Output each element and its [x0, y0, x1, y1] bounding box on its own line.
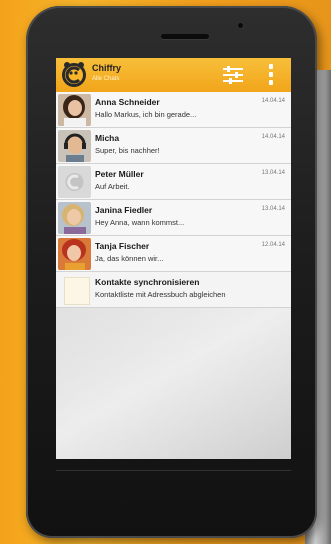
chat-preview: Hey Anna, wann kommst...: [95, 218, 185, 227]
sync-title: Kontakte synchronisieren: [95, 277, 200, 287]
overflow-menu-icon[interactable]: [268, 64, 274, 86]
chat-name: Tanja Fischer: [95, 241, 150, 251]
chiffry-logo-icon[interactable]: [60, 61, 88, 89]
avatar: [58, 94, 91, 126]
avatar: [58, 202, 91, 234]
earpiece-speaker: [161, 34, 209, 39]
chat-preview: Hallo Markus, ich bin gerade...: [95, 110, 197, 119]
chat-row-tanja-fischer[interactable]: Tanja Fischer Ja, das können wir... 12.0…: [56, 236, 291, 272]
sync-subtitle: Kontaktliste mit Adressbuch abgleichen: [95, 290, 226, 299]
chat-row-micha[interactable]: Micha Super, bis nachher! 14.04.14: [56, 128, 291, 164]
chat-row-peter-mueller[interactable]: Peter Müller Auf Arbeit. 13.04.14: [56, 164, 291, 200]
chat-row-anna-schneider[interactable]: Anna Schneider Hallo Markus, ich bin ger…: [56, 92, 291, 128]
chat-list: Anna Schneider Hallo Markus, ich bin ger…: [56, 92, 291, 308]
chat-preview: Super, bis nachher!: [95, 146, 160, 155]
chat-time: 13.04.14: [261, 206, 285, 212]
default-user-icon: [58, 166, 91, 198]
phone-screen: Chiffry Alle Chats Anna Schneider Hallo …: [56, 58, 291, 459]
chat-preview: Auf Arbeit.: [95, 182, 130, 191]
chat-name: Peter Müller: [95, 169, 144, 179]
chat-row-janina-fiedler[interactable]: Janina Fiedler Hey Anna, wann kommst... …: [56, 200, 291, 236]
app-title: Chiffry: [92, 63, 121, 73]
chat-name: Micha: [95, 133, 120, 143]
app-subtitle: Alle Chats: [92, 76, 120, 82]
avatar: [58, 130, 91, 162]
chat-time: 13.04.14: [261, 170, 285, 176]
app-bar: Chiffry Alle Chats: [56, 58, 291, 92]
filter-menu-icon[interactable]: [222, 66, 244, 84]
chat-name: Anna Schneider: [95, 97, 160, 107]
screen-reflection: [56, 308, 291, 459]
screen-bottom-edge: [56, 470, 291, 471]
chat-time: 14.04.14: [261, 134, 285, 140]
contacts-sync-icon: [64, 277, 90, 305]
chat-preview: Ja, das können wir...: [95, 254, 164, 263]
chat-name: Janina Fiedler: [95, 205, 153, 215]
chat-time: 12.04.14: [261, 242, 285, 248]
sync-contacts-row[interactable]: Kontakte synchronisieren Kontaktliste mi…: [56, 272, 291, 308]
avatar: [58, 238, 91, 270]
chat-time: 14.04.14: [261, 98, 285, 104]
front-camera: [238, 23, 243, 28]
